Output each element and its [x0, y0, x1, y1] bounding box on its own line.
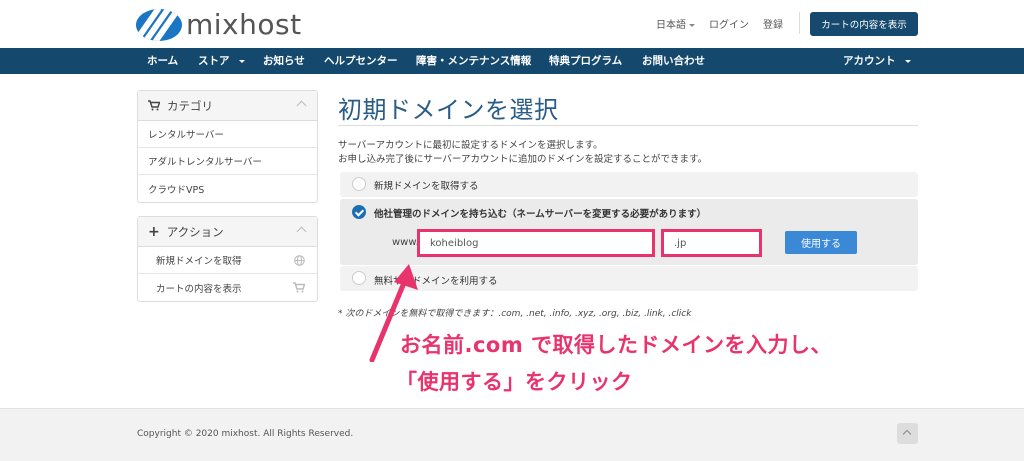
chevron-up-icon[interactable] [296, 100, 307, 111]
page-title: 初期ドメインを選択 [338, 96, 559, 124]
category-panel-header[interactable]: カテゴリ [138, 91, 317, 121]
plus-icon: + [148, 223, 160, 240]
nav-item-contact[interactable]: お問い合わせ [642, 48, 705, 74]
login-link[interactable]: ログイン [709, 16, 749, 31]
nav-item-news[interactable]: お知らせ [263, 48, 305, 74]
annotation-text-line-1: お名前.com で取得したドメインを入力し、 [400, 333, 833, 357]
logo[interactable]: mixhost [136, 8, 302, 41]
main-nav: ホーム ストア お知らせ ヘルプセンター 障害・メンテナンス情報 特典プログラム… [0, 48, 1024, 74]
sidebar-item-view-cart[interactable]: カートの内容を表示 [138, 274, 317, 301]
nav-item-home[interactable]: ホーム [147, 48, 178, 74]
chevron-down-icon [905, 59, 912, 63]
divider [338, 125, 918, 126]
actions-panel: + アクション 新規ドメインを取得 カートの内容を表示 [137, 216, 318, 302]
back-to-top-button[interactable] [897, 423, 918, 444]
logo-text: mixhost [186, 8, 302, 41]
footer: Copyright © 2020 mixhost. All Rights Res… [0, 408, 1024, 461]
cart-icon [293, 282, 305, 293]
description-line-1: サーバーアカウントに最初に設定するドメインを選択します。 [338, 140, 603, 151]
top-bar: mixhost 日本語 ログイン 登録 カートの内容を表示 [0, 0, 1024, 48]
actions-panel-title: アクション [166, 224, 224, 239]
actions-panel-header[interactable]: + アクション [138, 217, 317, 247]
nav-item-account-label: アカウント [843, 55, 896, 67]
radio-bring-own-domain[interactable] [352, 205, 366, 219]
chevron-down-icon [239, 59, 246, 63]
divider [799, 12, 800, 34]
sidebar-item-register-domain-label: 新規ドメインを取得 [156, 256, 242, 267]
copyright: Copyright © 2020 mixhost. All Rights Res… [137, 429, 354, 439]
globe-icon [294, 255, 305, 266]
domain-name-input[interactable]: koheiblog [417, 229, 655, 257]
tld-input[interactable]: .jp [661, 229, 762, 257]
annotation-text-line-2: 「使用する」をクリック [396, 370, 633, 394]
nav-item-store-label: ストア [198, 55, 230, 67]
nav-item-status[interactable]: 障害・メンテナンス情報 [416, 48, 531, 74]
chevron-down-icon [689, 23, 695, 27]
sidebar-item-view-cart-label: カートの内容を表示 [156, 283, 242, 295]
sidebar-item-rental-server[interactable]: レンタルサーバー [138, 121, 317, 148]
chevron-up-icon[interactable] [296, 226, 307, 237]
view-cart-button[interactable]: カートの内容を表示 [810, 12, 918, 36]
option-free-subdomain[interactable]: 無料サブドメインを利用する [340, 266, 918, 291]
use-button[interactable]: 使用する [785, 231, 857, 254]
description-line-2: お申し込み完了後にサーバーアカウントに追加のドメインを設定することができます。 [338, 154, 708, 165]
language-selector[interactable]: 日本語 [656, 16, 695, 31]
option-label: 新規ドメインを取得する [374, 181, 479, 192]
cart-icon [148, 100, 160, 111]
option-label: 他社管理のドメインを持ち込む（ネームサーバーを変更する必要があります） [374, 209, 707, 220]
nav-item-store[interactable]: ストア [198, 48, 246, 74]
sidebar-item-register-domain[interactable]: 新規ドメインを取得 [138, 247, 317, 274]
radio-register-new-domain[interactable] [352, 177, 366, 191]
nav-item-help[interactable]: ヘルプセンター [324, 48, 398, 74]
option-register-new-domain[interactable]: 新規ドメインを取得する [340, 172, 918, 197]
register-link[interactable]: 登録 [763, 16, 783, 31]
nav-item-rewards[interactable]: 特典プログラム [549, 48, 622, 74]
category-panel: カテゴリ レンタルサーバー アダルトレンタルサーバー クラウドVPS [137, 90, 318, 203]
nav-item-account[interactable]: アカウント [843, 48, 912, 74]
sidebar-item-adult-rental-server[interactable]: アダルトレンタルサーバー [138, 148, 317, 175]
sidebar-item-cloud-vps[interactable]: クラウドVPS [138, 175, 317, 202]
category-panel-title: カテゴリ [167, 98, 213, 113]
language-label: 日本語 [656, 20, 686, 31]
logo-icon [136, 8, 182, 41]
www-prefix: www. [392, 237, 419, 248]
